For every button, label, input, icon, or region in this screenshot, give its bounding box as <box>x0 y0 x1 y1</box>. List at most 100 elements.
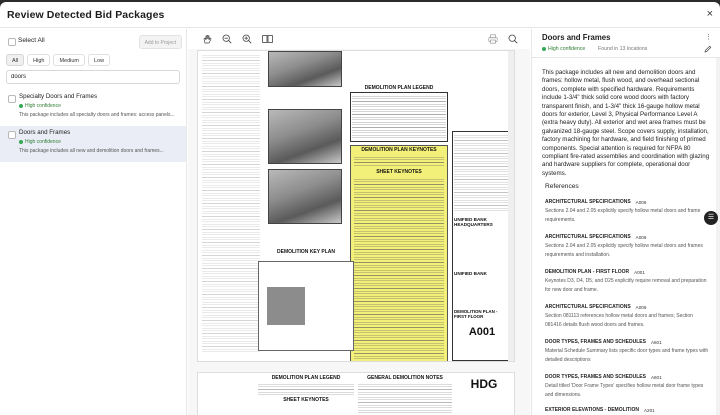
reference-code: A201 <box>643 407 655 413</box>
firm-logo: HDG <box>470 377 498 391</box>
reference-code: A601 <box>650 374 662 380</box>
reference-code: A601 <box>650 339 662 345</box>
keynotes-title: DEMOLITION PLAN KEYNOTES <box>361 147 437 153</box>
package-description: This package includes all new and demoli… <box>19 148 164 154</box>
package-checkbox[interactable] <box>8 131 16 139</box>
drawing-sheet[interactable]: DEMOLITION PLAN LEGEND DEMOLITION PLAN K… <box>197 50 515 362</box>
zoom-out-icon[interactable] <box>222 34 232 44</box>
confidence-badge: High confidence <box>19 139 61 145</box>
filter-high[interactable]: High <box>27 54 51 66</box>
package-name: Specialty Doors and Frames <box>19 93 98 100</box>
reference-text: Material Schedule Summary lists specific… <box>545 348 709 363</box>
reference-item[interactable]: ARCHITECTURAL SPECIFICATIONS A006 Section… <box>545 304 711 329</box>
sheet-scrollbar[interactable] <box>508 51 514 361</box>
references-heading: References <box>545 183 579 190</box>
legend-title: DEMOLITION PLAN LEGEND <box>364 85 434 91</box>
confidence-label: High confidence <box>548 46 586 52</box>
package-name: Doors and Frames <box>19 129 71 136</box>
reference-item[interactable]: ARCHITECTURAL SPECIFICATIONS A006 Section… <box>545 199 711 224</box>
reference-code: A006 <box>635 304 647 310</box>
reference-title: EXTERIOR ELEVATIONS - DEMOLITION <box>545 407 639 413</box>
project-name: UNIFIED BANK HEADQUARTERS <box>454 217 493 227</box>
status-dot-icon <box>19 140 23 144</box>
reference-item[interactable]: ARCHITECTURAL SPECIFICATIONS A006 Section… <box>545 234 711 259</box>
legend-lines <box>352 94 446 140</box>
more-options-icon[interactable]: ⋮ <box>705 33 712 41</box>
two-page-view-icon[interactable] <box>262 34 273 44</box>
search-icon[interactable] <box>508 34 518 44</box>
package-list-panel: Select All Add to Project All High Mediu… <box>0 29 187 415</box>
confidence-label: High confidence <box>25 139 61 145</box>
menu-fab-icon[interactable]: ☰ <box>704 211 718 225</box>
reference-item[interactable]: EXTERIOR ELEVATIONS - DEMOLITION A201 <box>545 407 711 413</box>
confidence-filter: All High Medium Low <box>6 54 111 66</box>
reference-title: DOOR TYPES, FRAMES AND SCHEDULES <box>545 339 646 345</box>
filter-all[interactable]: All <box>6 54 25 66</box>
package-detail-panel: Doors and Frames ⋮ High confidence Found… <box>531 29 720 415</box>
title-block-lines <box>454 133 510 213</box>
reference-item[interactable]: DOOR TYPES, FRAMES AND SCHEDULES A601 Mat… <box>545 339 711 364</box>
add-to-project-button[interactable]: Add to Project <box>138 35 182 49</box>
found-count: Found in 13 locations <box>598 46 648 52</box>
site-photo <box>268 109 342 164</box>
keynotes-title-2: SHEET KEYNOTES <box>283 397 329 403</box>
sheet-notes-left <box>202 53 260 353</box>
reference-title: ARCHITECTURAL SPECIFICATIONS <box>545 199 631 205</box>
reference-text: Keynotes D3, D4, D5, and D25 explicitly … <box>545 278 707 293</box>
reference-item[interactable]: DOOR TYPES, FRAMES AND SCHEDULES A601 Det… <box>545 374 711 399</box>
select-all-checkbox[interactable] <box>8 38 16 46</box>
confidence-badge: High confidence <box>542 46 585 52</box>
reference-title: ARCHITECTURAL SPECIFICATIONS <box>545 234 631 240</box>
drawing-viewer: DEMOLITION PLAN LEGEND DEMOLITION PLAN K… <box>188 29 530 415</box>
notes-lines-2 <box>358 382 452 415</box>
package-item-selected[interactable]: Doors and Frames High confidence This pa… <box>0 126 186 162</box>
reference-item[interactable]: DEMOLITION PLAN - FIRST FLOOR A001 Keynot… <box>545 269 711 294</box>
select-all-label[interactable]: Select All <box>18 37 45 44</box>
close-icon[interactable]: × <box>707 8 713 20</box>
package-checkbox[interactable] <box>8 95 16 103</box>
key-plan-title: DEMOLITION KEY PLAN <box>277 249 335 255</box>
viewer-toolbar <box>188 29 530 49</box>
client-name: UNIFIED BANK <box>454 271 487 276</box>
site-photo <box>268 51 342 87</box>
package-description-full: This package includes all new and demoli… <box>542 69 710 177</box>
reference-code: A006 <box>635 234 647 240</box>
status-dot-icon <box>19 104 23 108</box>
filter-low[interactable]: Low <box>88 54 111 66</box>
print-icon[interactable] <box>488 34 498 44</box>
edit-pencil-icon[interactable] <box>704 45 712 53</box>
select-all-row: Select All Add to Project <box>7 35 182 49</box>
review-modal: Review Detected Bid Packages × Select Al… <box>0 2 720 415</box>
status-dot-icon <box>542 47 546 51</box>
drawing-sheet-2[interactable]: DEMOLITION PLAN LEGEND GENERAL DEMOLITIO… <box>197 372 515 415</box>
reference-text: Sections 2.04 and 2.05 explicitly specif… <box>545 208 701 223</box>
site-photo <box>268 169 342 224</box>
reference-title: DEMOLITION PLAN - FIRST FLOOR <box>545 269 630 275</box>
detail-scrollbar[interactable] <box>716 58 720 415</box>
sheet-keynotes-title: SHEET KEYNOTES <box>376 169 422 175</box>
legend-lines-2 <box>258 382 354 396</box>
key-plan <box>258 261 354 351</box>
search-input[interactable] <box>6 70 180 84</box>
reference-title: ARCHITECTURAL SPECIFICATIONS <box>545 304 631 310</box>
sheet-number: A001 <box>468 326 496 338</box>
reference-text: Section 081113 references hollow metal d… <box>545 313 693 328</box>
package-description: This package includes all specialty door… <box>19 112 175 118</box>
reference-code: A006 <box>635 199 647 205</box>
keynote-lines <box>354 177 444 359</box>
notes-title-2: GENERAL DEMOLITION NOTES <box>367 375 443 381</box>
legend-title-2: DEMOLITION PLAN LEGEND <box>271 375 341 381</box>
confidence-label: High confidence <box>25 103 61 109</box>
keynote-lines <box>354 155 444 167</box>
zoom-in-icon[interactable] <box>242 34 252 44</box>
confidence-badge: High confidence <box>19 103 61 109</box>
modal-title: Review Detected Bid Packages <box>7 9 165 21</box>
hand-tool-icon[interactable] <box>202 34 212 44</box>
divider <box>532 57 720 58</box>
detail-title: Doors and Frames <box>542 33 611 42</box>
filter-medium[interactable]: Medium <box>53 54 85 66</box>
package-item[interactable]: Specialty Doors and Frames High confiden… <box>0 90 186 126</box>
reference-text: Sections 2.04 and 2.05 explicitly specif… <box>545 243 703 258</box>
reference-title: DOOR TYPES, FRAMES AND SCHEDULES <box>545 374 646 380</box>
reference-text: Detail titled 'Door Frame Types' specifi… <box>545 383 704 398</box>
